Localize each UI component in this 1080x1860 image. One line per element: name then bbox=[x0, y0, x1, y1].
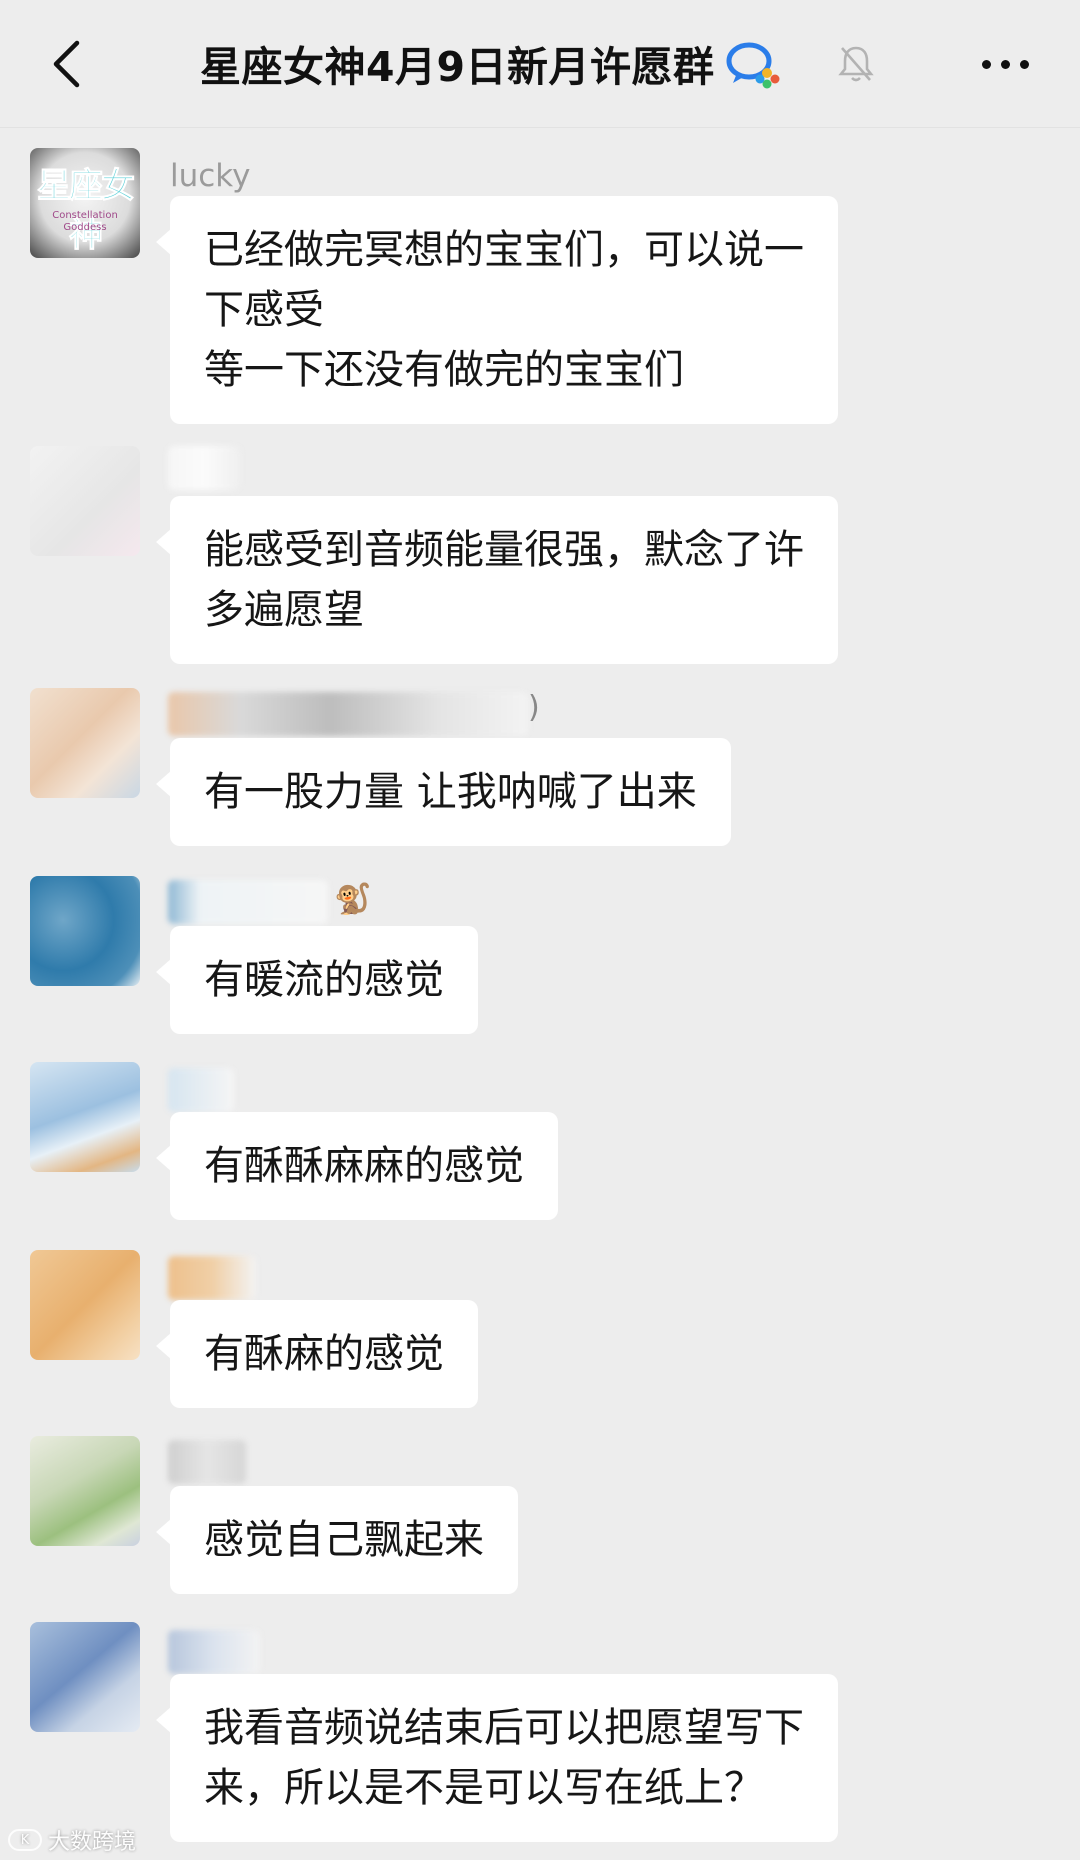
more-dot bbox=[1000, 59, 1010, 69]
watermark-logo: K bbox=[8, 1829, 42, 1851]
sender-name-redacted bbox=[168, 880, 328, 924]
sender-name-redacted bbox=[168, 1440, 246, 1484]
more-button[interactable] bbox=[970, 46, 1040, 82]
message-bubble[interactable]: 有一股力量 让我呐喊了出来 bbox=[156, 738, 731, 846]
sender-name-redacted bbox=[168, 1256, 256, 1300]
watermark-text: 大数跨境 bbox=[48, 1830, 137, 1855]
more-dot bbox=[1019, 59, 1029, 69]
wecom-icon bbox=[726, 42, 780, 89]
sender-emoji: 🐒 bbox=[334, 882, 372, 917]
sender-name-redacted bbox=[168, 692, 528, 736]
message-bubble[interactable]: 有暖流的感觉 bbox=[156, 926, 478, 1034]
avatar[interactable] bbox=[30, 1250, 140, 1360]
sender-name-redacted bbox=[168, 446, 240, 490]
avatar[interactable] bbox=[30, 446, 140, 556]
message-bubble[interactable]: 感觉自己飘起来 bbox=[156, 1486, 518, 1594]
avatar[interactable]: 星座女神 Constellation Goddess bbox=[30, 148, 140, 258]
avatar[interactable] bbox=[30, 876, 140, 986]
message-bubble[interactable]: 能感受到音频能量很强，默念了许 多遍愿望 bbox=[156, 496, 838, 664]
avatar[interactable] bbox=[30, 1436, 140, 1546]
bell-off-icon[interactable] bbox=[834, 42, 878, 86]
message-bubble[interactable]: 我看音频说结束后可以把愿望写下 来，所以是不是可以写在纸上？ bbox=[156, 1674, 838, 1842]
avatar[interactable] bbox=[30, 1622, 140, 1732]
message-bubble[interactable]: 已经做完冥想的宝宝们，可以说一 下感受 等一下还没有做完的宝宝们 bbox=[156, 196, 838, 424]
sender-name-redacted bbox=[168, 1068, 234, 1112]
avatar[interactable] bbox=[30, 688, 140, 798]
avatar-sub-text: Goddess bbox=[63, 222, 107, 233]
avatar-brand-text: 星座女神 bbox=[37, 166, 136, 256]
sender-name-redacted bbox=[168, 1630, 260, 1674]
avatar[interactable] bbox=[30, 1062, 140, 1172]
more-dot bbox=[981, 59, 991, 69]
chat-title: 星座女神4月9日新月许愿群 bbox=[200, 43, 715, 91]
message-bubble[interactable]: 有酥酥麻麻的感觉 bbox=[156, 1112, 558, 1220]
chevron-left-icon bbox=[53, 40, 80, 88]
watermark: K 大数跨境 bbox=[8, 1822, 136, 1858]
sender-name: lucky bbox=[170, 158, 251, 194]
title-area[interactable]: 星座女神4月9日新月许愿群 bbox=[200, 30, 783, 96]
sender-name-suffix: ) bbox=[528, 690, 540, 725]
chat-header: 星座女神4月9日新月许愿群 bbox=[0, 0, 1080, 128]
back-button[interactable] bbox=[36, 34, 96, 94]
avatar-sub-text: Constellation bbox=[52, 210, 118, 221]
message-bubble[interactable]: 有酥麻的感觉 bbox=[156, 1300, 478, 1408]
